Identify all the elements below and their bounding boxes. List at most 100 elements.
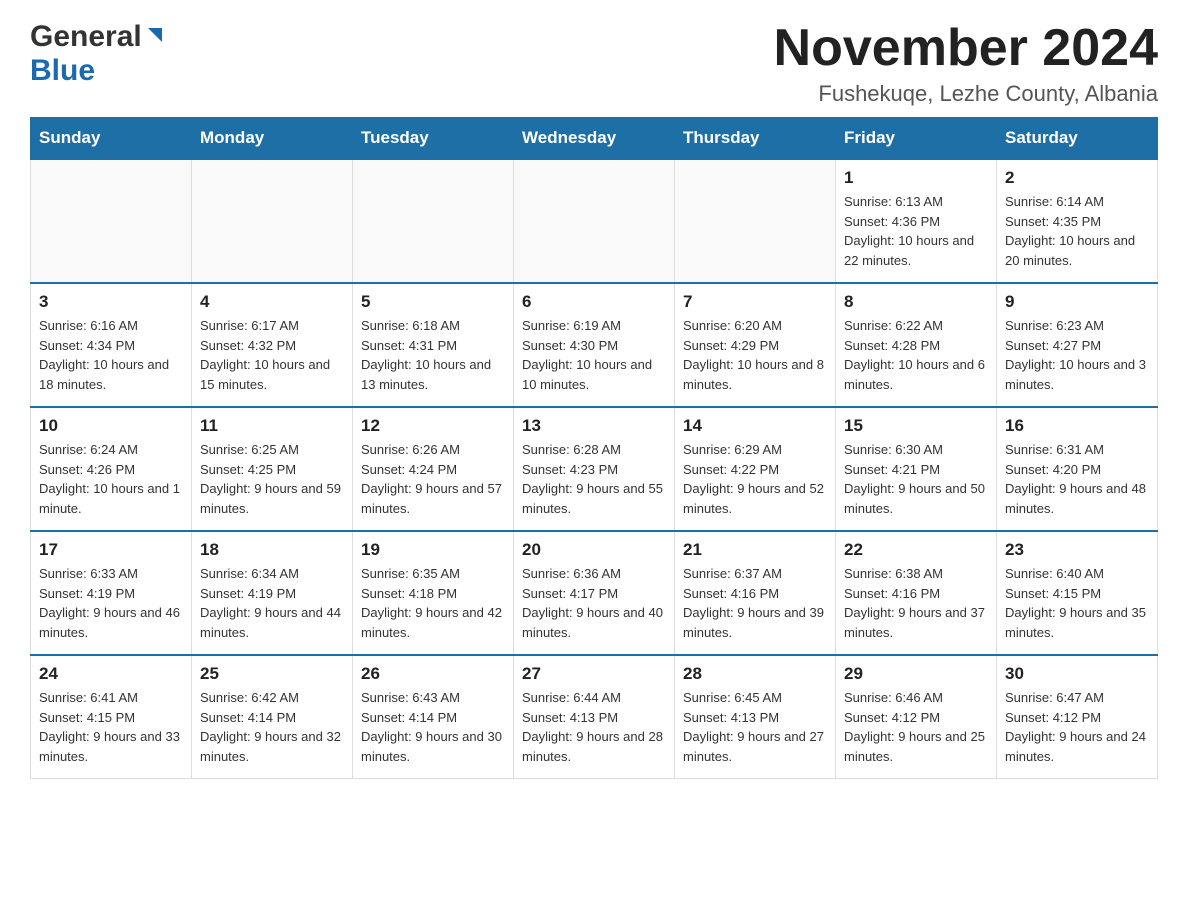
day-info: Sunrise: 6:26 AMSunset: 4:24 PMDaylight:… (361, 440, 505, 518)
logo-triangle-icon (144, 24, 166, 46)
table-row: 12 Sunrise: 6:26 AMSunset: 4:24 PMDayligh… (353, 407, 514, 531)
day-info: Sunrise: 6:33 AMSunset: 4:19 PMDaylight:… (39, 564, 183, 642)
page-header: General Blue November 2024 Fushekuqe, Le… (30, 20, 1158, 107)
day-number: 26 (361, 664, 505, 684)
table-row (675, 159, 836, 283)
table-row: 17 Sunrise: 6:33 AMSunset: 4:19 PMDayligh… (31, 531, 192, 655)
table-row (192, 159, 353, 283)
logo-general: General (30, 20, 142, 54)
table-row: 15 Sunrise: 6:30 AMSunset: 4:21 PMDayligh… (836, 407, 997, 531)
day-number: 2 (1005, 168, 1149, 188)
table-row: 23 Sunrise: 6:40 AMSunset: 4:15 PMDayligh… (997, 531, 1158, 655)
day-number: 1 (844, 168, 988, 188)
table-row: 30 Sunrise: 6:47 AMSunset: 4:12 PMDayligh… (997, 655, 1158, 779)
col-sunday: Sunday (31, 118, 192, 160)
day-number: 4 (200, 292, 344, 312)
day-number: 6 (522, 292, 666, 312)
table-row: 2 Sunrise: 6:14 AMSunset: 4:35 PMDaylight… (997, 159, 1158, 283)
day-info: Sunrise: 6:29 AMSunset: 4:22 PMDaylight:… (683, 440, 827, 518)
day-number: 10 (39, 416, 183, 436)
day-info: Sunrise: 6:13 AMSunset: 4:36 PMDaylight:… (844, 192, 988, 270)
day-info: Sunrise: 6:22 AMSunset: 4:28 PMDaylight:… (844, 316, 988, 394)
calendar-week-row: 3 Sunrise: 6:16 AMSunset: 4:34 PMDaylight… (31, 283, 1158, 407)
day-info: Sunrise: 6:17 AMSunset: 4:32 PMDaylight:… (200, 316, 344, 394)
col-friday: Friday (836, 118, 997, 160)
table-row (514, 159, 675, 283)
day-info: Sunrise: 6:34 AMSunset: 4:19 PMDaylight:… (200, 564, 344, 642)
table-row: 21Sunrise: 6:37 AMSunset: 4:16 PMDayligh… (675, 531, 836, 655)
day-info: Sunrise: 6:43 AMSunset: 4:14 PMDaylight:… (361, 688, 505, 766)
table-row: 11 Sunrise: 6:25 AMSunset: 4:25 PMDayligh… (192, 407, 353, 531)
table-row: 29Sunrise: 6:46 AMSunset: 4:12 PMDayligh… (836, 655, 997, 779)
day-number: 30 (1005, 664, 1149, 684)
day-number: 19 (361, 540, 505, 560)
day-number: 9 (1005, 292, 1149, 312)
day-number: 23 (1005, 540, 1149, 560)
day-number: 13 (522, 416, 666, 436)
table-row: 8 Sunrise: 6:22 AMSunset: 4:28 PMDaylight… (836, 283, 997, 407)
table-row (31, 159, 192, 283)
table-row: 1 Sunrise: 6:13 AMSunset: 4:36 PMDaylight… (836, 159, 997, 283)
title-block: November 2024 Fushekuqe, Lezhe County, A… (774, 20, 1158, 107)
table-row: 24 Sunrise: 6:41 AMSunset: 4:15 PMDayligh… (31, 655, 192, 779)
table-row: 5Sunrise: 6:18 AMSunset: 4:31 PMDaylight… (353, 283, 514, 407)
table-row: 3 Sunrise: 6:16 AMSunset: 4:34 PMDaylight… (31, 283, 192, 407)
logo: General Blue (30, 20, 166, 88)
col-monday: Monday (192, 118, 353, 160)
day-info: Sunrise: 6:18 AMSunset: 4:31 PMDaylight:… (361, 316, 505, 394)
calendar-week-row: 10Sunrise: 6:24 AMSunset: 4:26 PMDayligh… (31, 407, 1158, 531)
day-number: 17 (39, 540, 183, 560)
day-info: Sunrise: 6:40 AMSunset: 4:15 PMDaylight:… (1005, 564, 1149, 642)
day-number: 18 (200, 540, 344, 560)
day-info: Sunrise: 6:25 AMSunset: 4:25 PMDaylight:… (200, 440, 344, 518)
page-title: November 2024 (774, 20, 1158, 77)
table-row: 7 Sunrise: 6:20 AMSunset: 4:29 PMDaylight… (675, 283, 836, 407)
day-info: Sunrise: 6:16 AMSunset: 4:34 PMDaylight:… (39, 316, 183, 394)
day-info: Sunrise: 6:45 AMSunset: 4:13 PMDaylight:… (683, 688, 827, 766)
day-info: Sunrise: 6:19 AMSunset: 4:30 PMDaylight:… (522, 316, 666, 394)
calendar-week-row: 24 Sunrise: 6:41 AMSunset: 4:15 PMDayligh… (31, 655, 1158, 779)
day-number: 22 (844, 540, 988, 560)
day-info: Sunrise: 6:44 AMSunset: 4:13 PMDaylight:… (522, 688, 666, 766)
table-row: 27 Sunrise: 6:44 AMSunset: 4:13 PMDayligh… (514, 655, 675, 779)
day-number: 16 (1005, 416, 1149, 436)
day-number: 25 (200, 664, 344, 684)
table-row: 16 Sunrise: 6:31 AMSunset: 4:20 PMDayligh… (997, 407, 1158, 531)
calendar-week-row: 17 Sunrise: 6:33 AMSunset: 4:19 PMDayligh… (31, 531, 1158, 655)
day-info: Sunrise: 6:35 AMSunset: 4:18 PMDaylight:… (361, 564, 505, 642)
day-info: Sunrise: 6:42 AMSunset: 4:14 PMDaylight:… (200, 688, 344, 766)
day-info: Sunrise: 6:47 AMSunset: 4:12 PMDaylight:… (1005, 688, 1149, 766)
day-info: Sunrise: 6:23 AMSunset: 4:27 PMDaylight:… (1005, 316, 1149, 394)
logo-blue: Blue (30, 54, 95, 87)
table-row (353, 159, 514, 283)
day-number: 7 (683, 292, 827, 312)
day-number: 14 (683, 416, 827, 436)
day-info: Sunrise: 6:14 AMSunset: 4:35 PMDaylight:… (1005, 192, 1149, 270)
day-number: 12 (361, 416, 505, 436)
table-row: 20Sunrise: 6:36 AMSunset: 4:17 PMDayligh… (514, 531, 675, 655)
day-number: 24 (39, 664, 183, 684)
col-thursday: Thursday (675, 118, 836, 160)
calendar-week-row: 1 Sunrise: 6:13 AMSunset: 4:36 PMDaylight… (31, 159, 1158, 283)
day-number: 20 (522, 540, 666, 560)
day-info: Sunrise: 6:30 AMSunset: 4:21 PMDaylight:… (844, 440, 988, 518)
day-info: Sunrise: 6:37 AMSunset: 4:16 PMDaylight:… (683, 564, 827, 642)
day-number: 28 (683, 664, 827, 684)
table-row: 9 Sunrise: 6:23 AMSunset: 4:27 PMDaylight… (997, 283, 1158, 407)
day-number: 15 (844, 416, 988, 436)
table-row: 19 Sunrise: 6:35 AMSunset: 4:18 PMDayligh… (353, 531, 514, 655)
day-info: Sunrise: 6:41 AMSunset: 4:15 PMDaylight:… (39, 688, 183, 766)
day-info: Sunrise: 6:38 AMSunset: 4:16 PMDaylight:… (844, 564, 988, 642)
day-number: 27 (522, 664, 666, 684)
day-info: Sunrise: 6:28 AMSunset: 4:23 PMDaylight:… (522, 440, 666, 518)
table-row: 25 Sunrise: 6:42 AMSunset: 4:14 PMDayligh… (192, 655, 353, 779)
table-row: 6 Sunrise: 6:19 AMSunset: 4:30 PMDaylight… (514, 283, 675, 407)
day-info: Sunrise: 6:46 AMSunset: 4:12 PMDaylight:… (844, 688, 988, 766)
table-row: 13 Sunrise: 6:28 AMSunset: 4:23 PMDayligh… (514, 407, 675, 531)
table-row: 14 Sunrise: 6:29 AMSunset: 4:22 PMDayligh… (675, 407, 836, 531)
day-number: 3 (39, 292, 183, 312)
day-number: 11 (200, 416, 344, 436)
day-number: 8 (844, 292, 988, 312)
day-info: Sunrise: 6:31 AMSunset: 4:20 PMDaylight:… (1005, 440, 1149, 518)
day-info: Sunrise: 6:20 AMSunset: 4:29 PMDaylight:… (683, 316, 827, 394)
